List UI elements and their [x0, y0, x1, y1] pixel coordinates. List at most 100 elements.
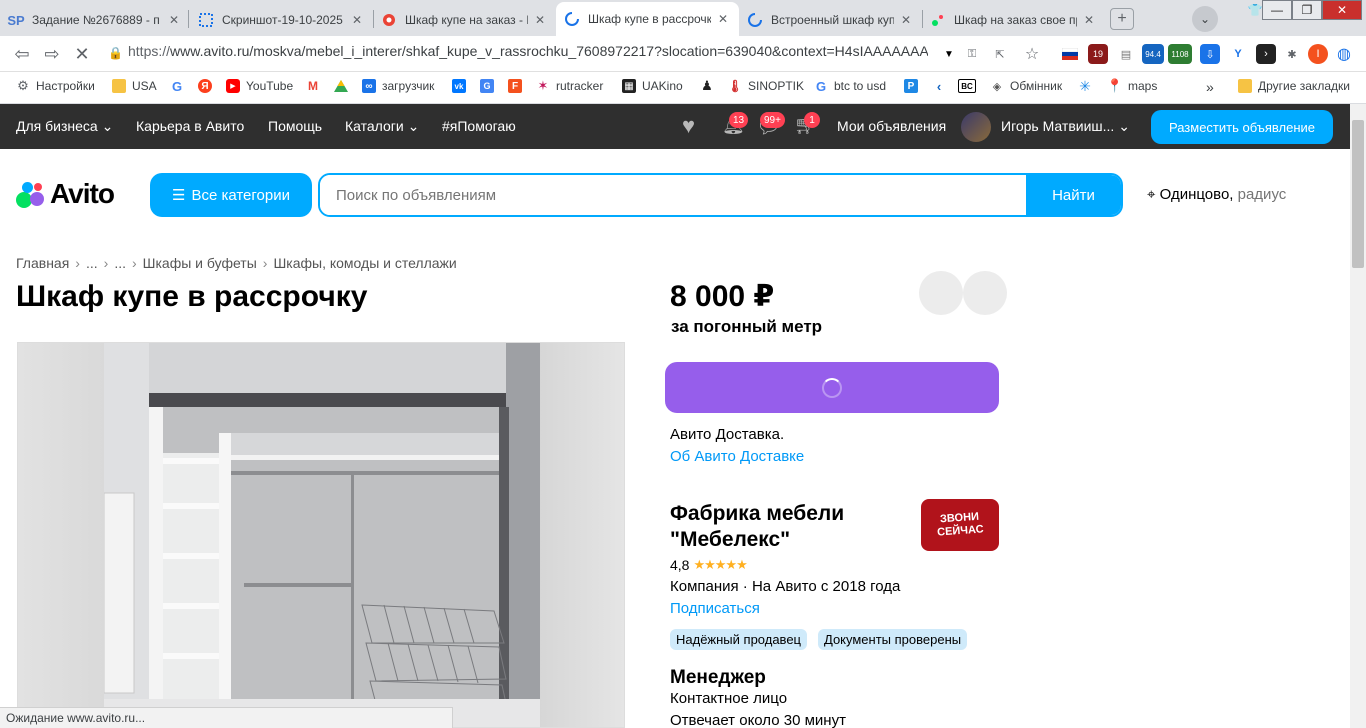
bookmark-youtube[interactable]: ▶ YouTube	[226, 79, 293, 93]
delivery-info-link[interactable]: Об Авито Доставке	[670, 448, 804, 465]
share-circle-button[interactable]	[963, 271, 1007, 315]
i-help-link[interactable]: #яПомогаю	[442, 118, 516, 134]
seller-rating[interactable]: 4,8 ★★★★★	[670, 557, 748, 573]
bookmark-drive[interactable]	[334, 79, 354, 93]
back-icon[interactable]: ⇦	[10, 42, 34, 66]
key-icon[interactable]: ⚿	[962, 44, 982, 64]
star-icon[interactable]: ☆	[1022, 44, 1042, 64]
close-icon[interactable]: ✕	[1081, 13, 1097, 27]
share-icon[interactable]: ⇱	[990, 44, 1010, 64]
bookmark-uakino[interactable]: ▦ UAKino	[622, 79, 683, 93]
favorite-circle-button[interactable]	[919, 271, 963, 315]
tab-2[interactable]: Скриншот-19-10-2025 ... ✕	[190, 4, 373, 36]
bookmark-p[interactable]: P	[904, 79, 924, 93]
reliable-seller-badge[interactable]: Надёжный продавец	[670, 629, 807, 650]
maximize-button[interactable]: ❐	[1292, 0, 1322, 20]
career-link[interactable]: Карьера в Авито	[136, 118, 244, 134]
bookmark-arrow[interactable]: ‹	[932, 79, 952, 94]
close-icon[interactable]: ✕	[349, 13, 365, 27]
puzzle-icon[interactable]: ✱	[1282, 44, 1302, 64]
user-avatar[interactable]	[961, 112, 991, 142]
price: 8 000 ₽	[670, 280, 775, 313]
bookmark-rutracker[interactable]: ✶ rutracker	[536, 78, 604, 93]
address-bar[interactable]: https://www.avito.ru/moskva/mebel_i_inte…	[128, 43, 928, 59]
close-icon[interactable]: ✕	[532, 13, 548, 27]
bookmark-sinoptik[interactable]: 🌡 SINOPTIK	[727, 79, 804, 93]
stop-icon[interactable]: ✕	[70, 42, 94, 66]
bookmark-maps[interactable]: 📍 maps	[1107, 78, 1157, 93]
catalogs-link[interactable]: Каталоги ⌄	[345, 118, 419, 135]
bitcoin-extension-icon[interactable]: 1108	[1168, 44, 1192, 64]
bookmark-f[interactable]: F	[508, 79, 528, 93]
breadcrumb-item[interactable]: ...	[86, 255, 98, 271]
dropdown-arrow-icon[interactable]: ▼	[939, 44, 959, 64]
bookmark-settings[interactable]: ⚙ Настройки	[16, 78, 95, 93]
location-selector[interactable]: ⌖ Одинцово, радиус	[1147, 186, 1286, 203]
photo-gallery[interactable]	[17, 342, 625, 728]
briefcase-icon[interactable]: ▤	[1116, 44, 1136, 64]
listing-photo[interactable]	[104, 343, 540, 727]
favorites-heart-icon[interactable]: ♥	[682, 113, 695, 139]
avito-logo[interactable]: Avito	[16, 178, 115, 210]
user-menu[interactable]: Игорь Матвииш... ⌄	[1001, 118, 1130, 135]
forward-icon[interactable]: ⇨	[40, 42, 64, 66]
flag-icon[interactable]	[1060, 44, 1080, 64]
tab-active[interactable]: Шкаф купе в рассрочку ✕	[556, 2, 739, 36]
tab-5[interactable]: Встроенный шкаф купе ✕	[739, 4, 922, 36]
close-window-button[interactable]: ✕	[1322, 0, 1362, 20]
minimize-button[interactable]: —	[1262, 0, 1292, 20]
bookmark-gmail[interactable]: M	[306, 79, 326, 93]
seller-name[interactable]: Фабрика мебели "Мебелекс"	[670, 501, 900, 553]
bookmarks-more[interactable]: »	[1206, 79, 1214, 95]
close-icon[interactable]: ✕	[898, 13, 914, 27]
tab-1[interactable]: SP Задание №2676889 - п ✕	[0, 4, 190, 36]
buy-with-delivery-button[interactable]	[665, 362, 999, 413]
breadcrumb-home[interactable]: Главная	[16, 255, 69, 271]
wardrobe-photo-image	[104, 343, 540, 727]
seller-logo[interactable]: ЗВОНИ СЕЙЧАС	[921, 499, 999, 551]
subscribe-link[interactable]: Подписаться	[670, 600, 760, 617]
find-button[interactable]: Найти	[1026, 175, 1121, 215]
bookmark-downloader[interactable]: ∞ загрузчик	[362, 79, 434, 93]
y-extension-icon[interactable]: Y	[1228, 44, 1248, 64]
tab-6[interactable]: Шкаф на заказ свое пр ✕	[922, 4, 1105, 36]
translate-icon: G	[480, 79, 494, 93]
breadcrumb-item[interactable]: Шкафы и буфеты	[143, 255, 257, 271]
bookmark-btc[interactable]: Gbtc to usd	[814, 78, 886, 94]
search-input[interactable]	[320, 175, 1030, 215]
bookmark-exchange[interactable]: ◈ Обмінник	[990, 79, 1062, 93]
new-tab-button[interactable]: +	[1110, 8, 1134, 30]
lock-icon[interactable]: 🔒	[108, 46, 123, 60]
breadcrumb-item[interactable]: ...	[114, 255, 126, 271]
other-bookmarks[interactable]: Другие закладки	[1238, 79, 1350, 93]
close-icon[interactable]: ✕	[715, 12, 731, 26]
bookmark-star[interactable]: ✳	[1078, 78, 1098, 94]
globe-icon[interactable]: ◍	[1334, 44, 1354, 64]
bookmark-translate[interactable]: G	[480, 79, 500, 93]
breadcrumb-item[interactable]: Шкафы, комоды и стеллажи	[273, 255, 456, 271]
tab-search-button[interactable]: ⌄	[1192, 6, 1218, 32]
my-ads-link[interactable]: Мои объявления	[837, 118, 946, 134]
all-categories-button[interactable]: ☰ Все категории	[150, 173, 312, 217]
bookmark-google[interactable]: G	[170, 78, 190, 94]
google-icon: G	[171, 78, 183, 94]
place-ad-button[interactable]: Разместить объявление	[1151, 110, 1333, 144]
documents-verified-badge[interactable]: Документы проверены	[818, 629, 968, 650]
terminal-icon[interactable]: ›	[1256, 44, 1276, 64]
google-icon: G	[815, 78, 827, 94]
bookmark-usa[interactable]: USA	[112, 79, 157, 93]
for-business-link[interactable]: Для бизнеса ⌄	[16, 118, 113, 135]
profile-avatar[interactable]: I	[1308, 44, 1328, 64]
help-link[interactable]: Помощь	[268, 118, 322, 134]
download-icon[interactable]: ⇩	[1200, 44, 1220, 64]
close-icon[interactable]: ✕	[166, 13, 182, 27]
bookmark-yandex[interactable]: Я	[198, 79, 218, 93]
scrollbar-thumb[interactable]	[1352, 120, 1364, 268]
extension-shield-icon[interactable]: 19	[1088, 44, 1108, 64]
speed-extension-icon[interactable]: 94.4	[1142, 44, 1164, 64]
bookmark-bc[interactable]: BC	[958, 79, 982, 93]
bookmark-vk[interactable]: vk	[452, 79, 472, 93]
bookmark-pawn[interactable]: ♟	[700, 78, 720, 93]
location-city: Одинцово,	[1159, 186, 1234, 203]
tab-3[interactable]: Шкаф купе на заказ - К ✕	[373, 4, 556, 36]
